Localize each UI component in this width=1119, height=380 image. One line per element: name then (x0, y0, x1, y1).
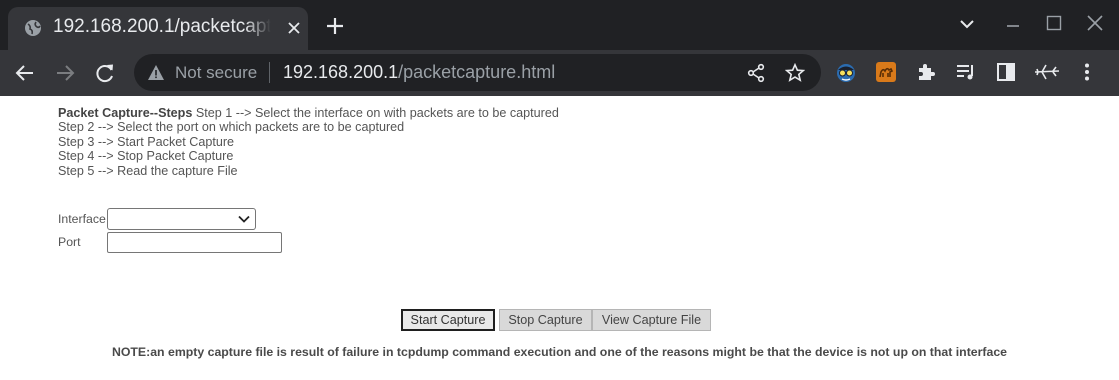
side-panel-icon[interactable] (995, 61, 1017, 83)
url-path: /packetcapture.html (398, 62, 556, 82)
stop-capture-button[interactable]: Stop Capture (499, 309, 592, 331)
url-text[interactable]: 192.168.200.1/packetcapture.html (283, 62, 555, 83)
warning-icon[interactable] (147, 64, 165, 81)
browser-toolbar: Not secure 192.168.200.1/packetcapture.h… (0, 50, 1119, 96)
step-3: Step 3 --> Start Packet Capture (58, 134, 235, 149)
plus-icon[interactable] (325, 16, 345, 36)
step-4: Step 4 --> Stop Packet Capture (58, 149, 234, 164)
address-bar[interactable]: Not secure 192.168.200.1/packetcapture.h… (134, 54, 821, 91)
omnibox-separator (269, 62, 270, 83)
window-close-icon[interactable] (1085, 14, 1105, 34)
security-label[interactable]: Not secure (175, 63, 257, 83)
step-2: Step 2 --> Select the port on which pack… (58, 120, 405, 135)
chevron-down-icon (238, 215, 250, 223)
note-text: NOTE:an empty capture file is result of … (111, 345, 1008, 359)
star-icon[interactable] (785, 63, 805, 83)
maximize-icon[interactable] (1044, 14, 1064, 34)
minimize-icon[interactable] (1003, 14, 1023, 34)
port-input[interactable] (107, 232, 282, 253)
browser-titlebar: 192.168.200.1/packetcapture.html (0, 0, 1119, 50)
tab-title: 192.168.200.1/packetcapture.html (53, 16, 271, 37)
tab-search-chevron-icon[interactable] (957, 14, 977, 34)
steps-block: Packet Capture--Steps Step 1 --> Select … (58, 106, 559, 178)
back-arrow-icon[interactable] (14, 62, 36, 84)
step-5: Step 5 --> Read the capture File (58, 163, 238, 178)
reload-icon[interactable] (94, 62, 116, 84)
interface-select[interactable] (107, 208, 256, 230)
port-label: Port (58, 235, 81, 249)
forward-arrow-icon[interactable] (54, 62, 76, 84)
puzzle-icon[interactable] (915, 61, 937, 83)
airplane-extension-icon[interactable] (1034, 61, 1060, 83)
browser-tab[interactable]: 192.168.200.1/packetcapture.html (8, 7, 308, 50)
step-line-1: Packet Capture--Steps Step 1 --> Select … (58, 106, 559, 120)
step-1: Step 1 --> Select the interface on with … (195, 106, 559, 120)
page-content: Packet Capture--Steps Step 1 --> Select … (0, 96, 1119, 380)
view-capture-file-button[interactable]: View Capture File (592, 309, 711, 331)
camel-extension-icon[interactable] (875, 61, 897, 83)
start-capture-button[interactable]: Start Capture (401, 309, 495, 331)
spy-extension-icon[interactable] (835, 61, 857, 83)
share-icon[interactable] (746, 63, 766, 83)
close-icon[interactable] (285, 19, 303, 37)
kebab-menu-icon[interactable] (1076, 61, 1098, 83)
interface-label: Interface (58, 212, 106, 226)
reading-list-icon[interactable] (955, 61, 977, 83)
steps-heading: Packet Capture--Steps (58, 106, 193, 120)
url-host: 192.168.200.1 (283, 62, 399, 82)
globe-icon (25, 20, 41, 36)
